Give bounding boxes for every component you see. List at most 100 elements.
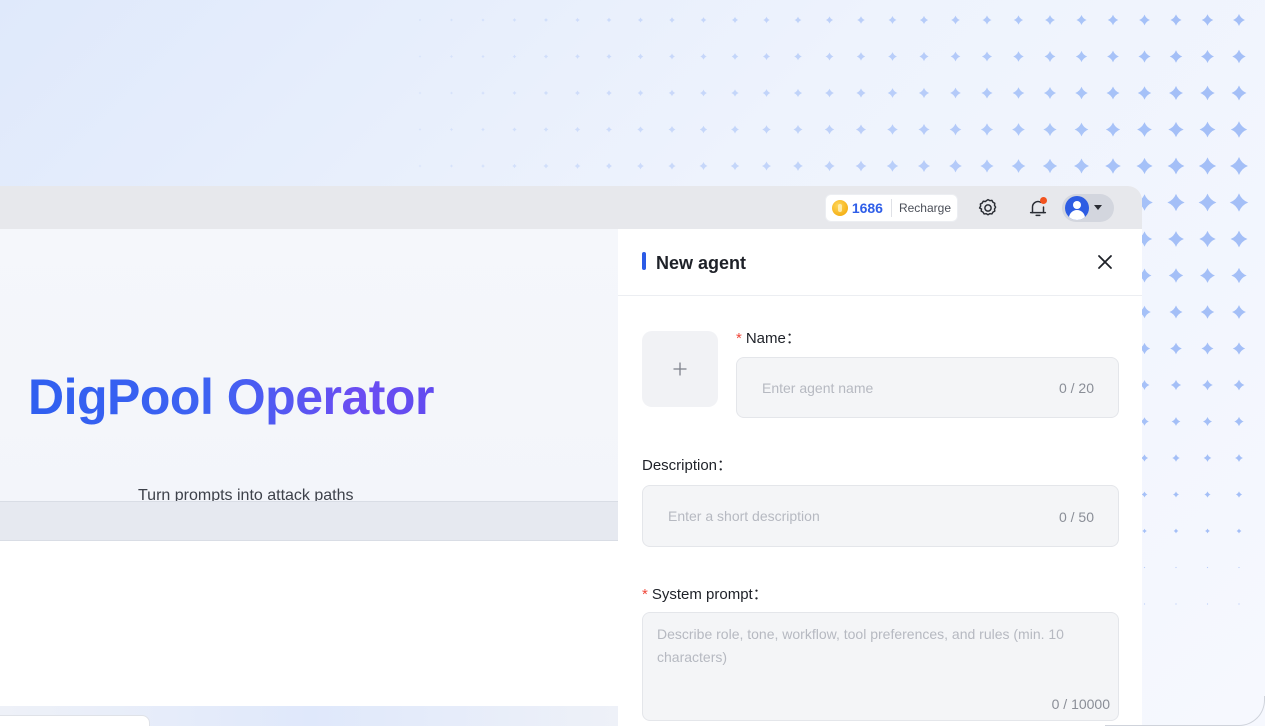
description-label: Description： xyxy=(642,457,733,474)
sparkle-star xyxy=(543,90,549,96)
sparkle-star xyxy=(1170,342,1182,355)
sparkle-star xyxy=(512,163,517,169)
sparkle-star xyxy=(949,123,962,136)
sparkle-star xyxy=(919,51,929,62)
sparkle-star xyxy=(669,17,675,23)
hero-band xyxy=(0,501,620,541)
sparkle-star xyxy=(1043,86,1057,100)
sparkle-star xyxy=(1137,86,1152,100)
sparkle-star xyxy=(449,54,454,59)
sparkle-star xyxy=(669,53,675,60)
sparkle-star xyxy=(700,89,707,97)
sparkle-star xyxy=(575,17,580,23)
sparkle-star xyxy=(1169,86,1183,100)
sparkle-star xyxy=(981,51,993,62)
bottom-tab[interactable] xyxy=(0,715,150,726)
sparkle-star xyxy=(730,161,740,171)
sparkle-star xyxy=(1168,231,1184,247)
sparkle-star xyxy=(1138,50,1151,63)
drawer-header: New agent xyxy=(618,229,1142,296)
sparkle-star xyxy=(1169,305,1183,319)
sparkle-star xyxy=(1105,158,1121,174)
caret-down-icon xyxy=(1094,205,1102,210)
sparkle-star xyxy=(886,160,899,172)
sparkle-star xyxy=(1206,566,1209,569)
sparkle-star xyxy=(449,91,454,95)
main-content xyxy=(0,541,620,706)
sparkle-star xyxy=(1139,14,1150,26)
sparkle-star xyxy=(1236,528,1242,534)
sparkle-star xyxy=(543,127,549,132)
sparkle-star xyxy=(1142,528,1147,534)
sparkle-star xyxy=(605,162,613,170)
sparkle-star xyxy=(637,53,644,60)
sparkle-star xyxy=(1198,193,1217,212)
sparkle-star xyxy=(512,127,517,132)
sparkle-star xyxy=(1011,159,1026,173)
sparkle-star xyxy=(856,52,866,61)
sparkle-star xyxy=(762,125,771,134)
sparkle-star xyxy=(1105,122,1121,137)
hero-section: DigPool Operator Turn prompts into attac… xyxy=(0,229,620,504)
sparkle-star xyxy=(980,159,994,173)
sparkle-star xyxy=(574,163,581,169)
sparkle-star xyxy=(1231,85,1247,101)
sparkle-star xyxy=(1167,193,1185,212)
sparkle-star xyxy=(888,52,897,61)
new-agent-drawer: New agent *Name： 0 / 20 Description： 0 /… xyxy=(618,229,1142,726)
sparkle-star xyxy=(1044,51,1056,62)
sparkle-star xyxy=(981,87,993,99)
sparkle-star xyxy=(1143,603,1146,605)
sparkle-star xyxy=(543,163,549,169)
name-label: * Name： xyxy=(736,330,801,347)
sparkle-star xyxy=(1175,603,1177,605)
system-prompt-textarea[interactable] xyxy=(643,613,1118,720)
credit-balance: 1686 Recharge xyxy=(824,193,958,222)
sparkle-star xyxy=(1229,193,1249,212)
sparkle-star xyxy=(1203,454,1212,462)
divider xyxy=(890,198,892,217)
sparkle-star xyxy=(855,124,867,135)
user-avatar-icon xyxy=(1065,195,1089,220)
description-input[interactable] xyxy=(643,486,1118,546)
sparkle-star xyxy=(762,89,771,97)
sparkle-star xyxy=(418,128,422,131)
recharge-button[interactable]: Recharge xyxy=(899,201,951,215)
sparkle-star xyxy=(668,162,676,170)
sparkle-star xyxy=(731,53,739,60)
notifications-button[interactable] xyxy=(1024,194,1052,222)
sparkle-star xyxy=(1076,14,1087,26)
sparkle-star xyxy=(1201,50,1214,63)
sparkle-star xyxy=(949,159,962,173)
close-button[interactable] xyxy=(1094,251,1116,273)
sparkle-star xyxy=(731,125,739,134)
hero-title: DigPool Operator xyxy=(28,368,498,426)
sparkle-star xyxy=(1173,528,1179,534)
credit-value: 1686 xyxy=(851,199,883,216)
sparkle-star xyxy=(1230,157,1248,175)
sparkle-star xyxy=(1013,15,1024,25)
name-counter: 0 / 20 xyxy=(1058,380,1094,396)
sparkle-star xyxy=(951,15,960,25)
sparkle-star xyxy=(637,90,644,96)
sparkle-star xyxy=(980,123,994,136)
sparkle-star xyxy=(1235,491,1243,498)
sparkle-star xyxy=(1233,379,1245,391)
sparkle-star xyxy=(1202,379,1213,391)
sparkle-star xyxy=(1232,342,1246,355)
name-field: 0 / 20 xyxy=(736,357,1119,418)
sparkle-star xyxy=(1043,122,1057,137)
sparkle-star xyxy=(793,125,803,134)
sparkle-star xyxy=(856,88,866,98)
sparkle-star xyxy=(1141,491,1148,498)
sparkle-star xyxy=(917,159,931,173)
description-field: 0 / 50 xyxy=(642,485,1119,547)
sparkle-star xyxy=(918,123,930,136)
gear-icon xyxy=(978,198,997,216)
settings-button[interactable] xyxy=(974,194,1002,222)
sparkle-star xyxy=(1170,14,1182,26)
coin-icon xyxy=(831,199,848,216)
avatar-upload-button[interactable] xyxy=(642,331,718,407)
system-prompt-counter: 0 / 10000 xyxy=(1051,696,1110,712)
user-menu[interactable] xyxy=(1062,193,1114,222)
